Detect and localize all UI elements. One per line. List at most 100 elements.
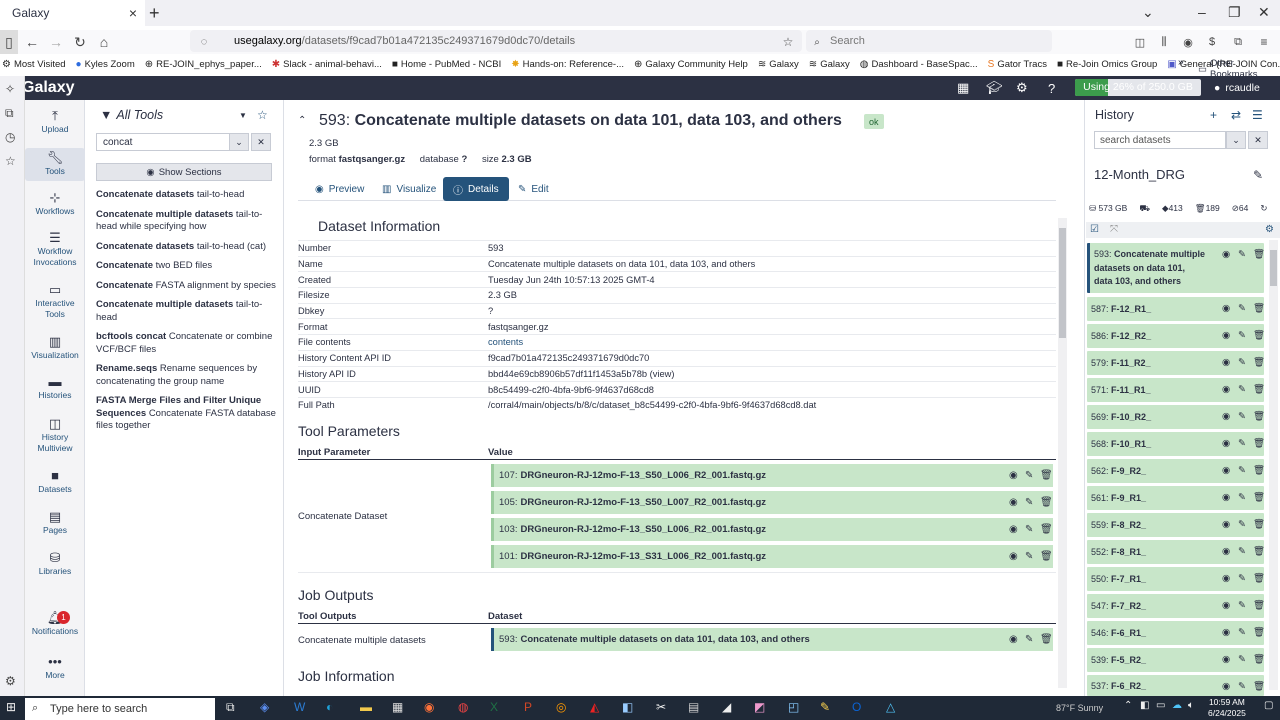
pencil-icon[interactable]: ✎ [1025, 524, 1033, 535]
trash-icon[interactable]: 🗑︎ [1253, 546, 1265, 557]
pencil-icon[interactable]: ✎ [1025, 634, 1033, 645]
history-options-icon[interactable]: ☰ [1252, 108, 1263, 122]
show-sections-button[interactable]: ◉ Show Sections [96, 163, 272, 181]
history-storage-icon[interactable]: ⛟ [1139, 203, 1150, 215]
pencil-icon[interactable]: ✎ [1238, 303, 1246, 314]
pencil-icon[interactable]: ✎ [1238, 573, 1246, 584]
clock[interactable]: 10:59 AM 6/24/2025 [1208, 697, 1246, 719]
trash-icon[interactable]: 🗑︎ [1253, 573, 1265, 584]
trash-icon[interactable]: 🗑︎ [1040, 634, 1053, 645]
trash-icon[interactable]: 🗑︎ [1040, 470, 1053, 481]
pencil-icon[interactable]: ✎ [1238, 438, 1246, 449]
eye-icon[interactable]: ◉ [1222, 357, 1230, 368]
edit-history-pencil-icon[interactable]: ✎ [1253, 168, 1263, 182]
favorite-star-icon[interactable]: ☆ [257, 108, 268, 122]
site-shield-icon[interactable]: ◌ [196, 30, 212, 54]
scroll-thumb[interactable] [1059, 228, 1066, 338]
history-scrollbar[interactable] [1269, 240, 1278, 690]
app-icon[interactable]: ✎ [820, 700, 830, 714]
bookmark-item[interactable]: ⚙ Most Visited [2, 59, 66, 70]
activity-workflow-invocations[interactable]: ☰ Workflow Invocations [25, 231, 85, 268]
activity-pages[interactable]: ▤ Pages [25, 510, 85, 536]
activity-workflows[interactable]: ⊹ Workflows [25, 191, 85, 217]
eye-icon[interactable]: ◉ [1222, 249, 1230, 260]
extension-s-icon[interactable]: $ [1204, 30, 1220, 54]
pencil-icon[interactable]: ✎ [1025, 551, 1033, 562]
tool-item[interactable]: Concatenate multiple datasets tail-to-he… [96, 299, 276, 324]
browser-search-input[interactable]: Search [806, 30, 1052, 52]
home-icon[interactable]: ⌂ [96, 30, 112, 54]
url-bar[interactable]: usegalaxy.org/datasets/f9cad7b01a472135c… [190, 30, 802, 52]
trash-icon[interactable]: 🗑︎ [1040, 524, 1053, 535]
pencil-icon[interactable]: ✎ [1238, 465, 1246, 476]
eye-icon[interactable]: ◉ [1222, 303, 1230, 314]
history-hidden[interactable]: ⊘64 [1232, 203, 1249, 215]
caret-down-icon[interactable]: ▼ [239, 111, 247, 120]
app-icon[interactable]: ◎ [556, 700, 566, 714]
trash-icon[interactable]: 🗑︎ [1253, 492, 1265, 503]
windows-start-icon[interactable]: ⊞ [6, 700, 16, 714]
bookmark-item[interactable]: ✸ Hands-on: Reference-... [511, 59, 624, 70]
overflow-chevron-icon[interactable]: » [1178, 57, 1184, 68]
pencil-icon[interactable]: ✎ [1238, 681, 1246, 692]
tray-chevron-icon[interactable]: ⌃ [1124, 700, 1132, 711]
edge-icon[interactable]: ◐ [326, 700, 333, 714]
acrobat-icon[interactable]: ◭ [590, 700, 599, 714]
tab-edit[interactable]: ✎ Edit [508, 177, 559, 201]
bookmark-item[interactable]: ◍ Dashboard - BaseSpac... [860, 59, 978, 70]
tool-item[interactable]: Rename.seqs Rename sequences by concaten… [96, 363, 276, 388]
trash-icon[interactable]: 🗑︎ [1253, 654, 1265, 665]
trash-icon[interactable]: 🗑︎ [1253, 627, 1265, 638]
back-icon[interactable]: ← [24, 30, 40, 54]
forward-icon[interactable]: → [48, 30, 64, 54]
pencil-icon[interactable]: ✎ [1238, 654, 1246, 665]
create-history-icon[interactable]: + [1210, 108, 1217, 122]
history-search-input[interactable]: search datasets [1094, 131, 1226, 149]
pencil-icon[interactable]: ✎ [1025, 497, 1033, 508]
outlook-icon[interactable]: O [852, 700, 861, 714]
trash-icon[interactable]: 🗑︎ [1253, 330, 1265, 341]
eye-icon[interactable]: ◉ [1009, 470, 1018, 481]
tool-item[interactable]: Concatenate datasets tail-to-head [96, 189, 276, 202]
activity-libraries[interactable]: ⛁ Libraries [25, 551, 85, 577]
bookmark-item[interactable]: ■ Re-Join Omics Group [1057, 59, 1157, 70]
input-dataset-row[interactable]: 105: DRGneuron-RJ-12mo-F-13_S50_L007_R2_0… [491, 491, 1053, 514]
minimize-icon[interactable]: – [1198, 4, 1206, 20]
history-side-icon[interactable]: ◷ [5, 130, 15, 144]
eye-icon[interactable]: ◉ [1222, 654, 1230, 665]
tool-item[interactable]: Concatenate multiple datasets tail-to-he… [96, 209, 276, 234]
firefox-icon[interactable]: ◉ [424, 700, 434, 714]
sidebar-toggle-icon[interactable]: ▯ [0, 30, 18, 54]
advanced-search-icon[interactable]: ⌄ [1226, 131, 1246, 149]
tab-list-icon[interactable]: ⌄ [1142, 4, 1154, 21]
volume-icon[interactable]: 🔈︎ [1188, 700, 1194, 711]
quota-meter[interactable]: Using 26% of 250.0 GB [1075, 79, 1201, 96]
eye-icon[interactable]: ◉ [1009, 634, 1018, 645]
input-dataset-row[interactable]: 101: DRGneuron-RJ-12mo-F-13_S31_L006_R2_0… [491, 545, 1053, 568]
tab-visualize[interactable]: ▥ Visualize [372, 177, 446, 201]
pocket-icon[interactable]: ◫ [1132, 30, 1148, 54]
calculator-icon[interactable]: ▤ [688, 700, 699, 714]
help-icon[interactable]: ? [1048, 76, 1055, 100]
tool-item[interactable]: Concatenate FASTA alignment by species [96, 280, 276, 293]
task-view-icon[interactable]: ⧉ [226, 700, 235, 715]
trash-icon[interactable]: 🗑︎ [1253, 681, 1265, 692]
trash-icon[interactable]: 🗑︎ [1253, 438, 1265, 449]
snipping-icon[interactable]: ✂ [656, 700, 666, 714]
tray-icon[interactable]: ◧ [1140, 700, 1149, 711]
trash-icon[interactable]: 🗑︎ [1253, 249, 1265, 260]
eye-icon[interactable]: ◉ [1222, 546, 1230, 557]
select-all-checkbox-icon[interactable]: ☑ [1090, 224, 1099, 235]
bookmark-item[interactable]: ■ Home - PubMed - NCBI [392, 59, 501, 70]
library-icon[interactable]: ⫼ [1156, 30, 1172, 54]
security-icon[interactable]: ◧ [622, 700, 633, 714]
output-dataset-row[interactable]: 593: Concatenate multiple datasets on dat… [491, 628, 1053, 651]
bookmark-item[interactable]: ≋ Galaxy [758, 59, 799, 70]
pencil-icon[interactable]: ✎ [1238, 600, 1246, 611]
tool-item[interactable]: FASTA Merge Files and Filter Unique Sequ… [96, 395, 276, 433]
activity-history-multiview[interactable]: ◫ History Multiview [25, 417, 85, 454]
scroll-thumb[interactable] [1270, 250, 1277, 286]
pencil-icon[interactable]: ✎ [1238, 546, 1246, 557]
chrome-icon[interactable]: ◍ [458, 700, 468, 714]
tool-item[interactable]: bcftools concat Concatenate or combine V… [96, 331, 276, 356]
